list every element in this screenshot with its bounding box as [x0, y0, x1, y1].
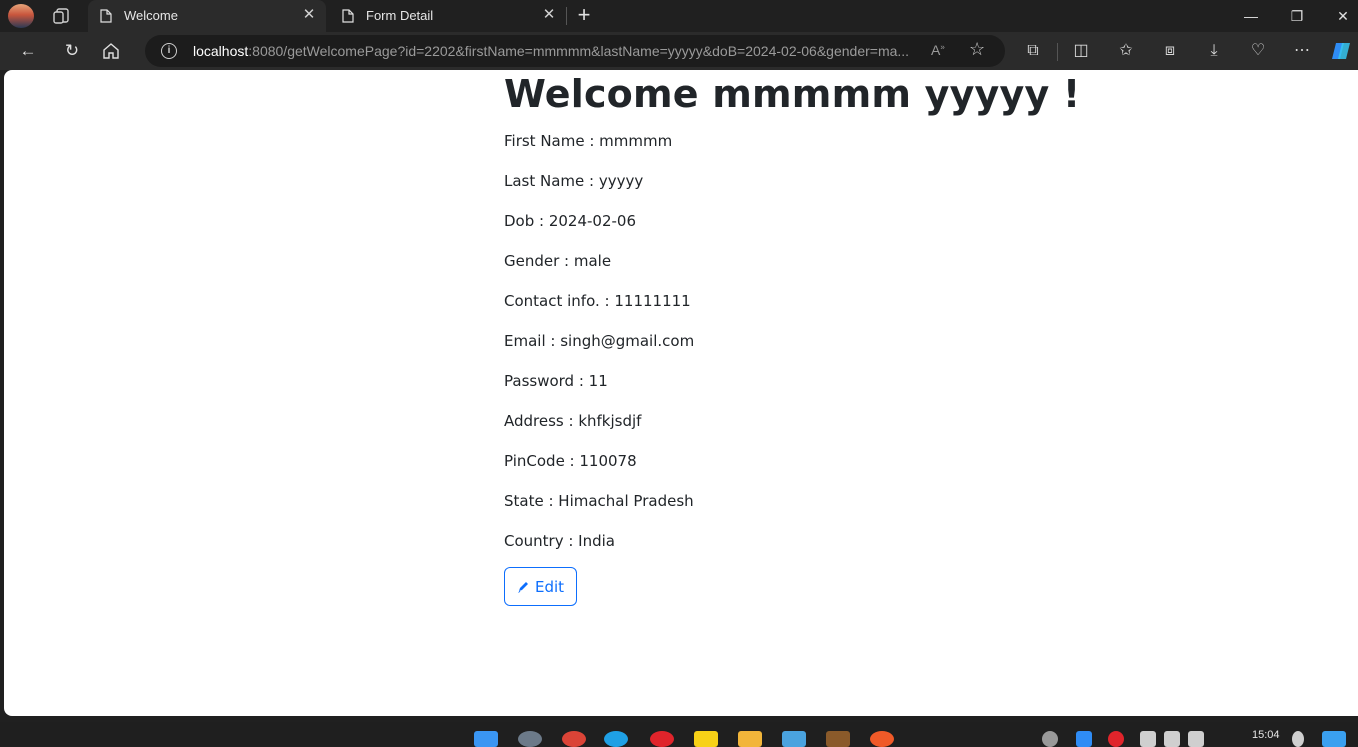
maximize-button[interactable]: ❐ — [1274, 0, 1320, 32]
volume-icon[interactable] — [1164, 731, 1180, 747]
address-bar[interactable]: i localhost:8080/getWelcomePage?id=2202&… — [145, 35, 1005, 67]
field-pincode: PinCode : 110078 — [504, 452, 637, 470]
field-email: Email : singh@gmail.com — [504, 332, 695, 350]
read-aloud-icon[interactable]: A» — [931, 42, 945, 58]
favorite-star-icon[interactable]: ☆ — [969, 39, 985, 60]
new-tab-icon[interactable]: + — [573, 4, 595, 27]
page-viewport: Welcome mmmmm yyyyy ! First Name : mmmmm… — [4, 70, 1358, 716]
sticky-notes-icon[interactable] — [694, 731, 718, 747]
battery-icon[interactable] — [1188, 731, 1204, 747]
pencil-icon — [517, 581, 528, 593]
site-info-icon[interactable]: i — [161, 43, 177, 59]
browser-essentials-icon[interactable]: ♡ — [1244, 37, 1272, 65]
edge-icon[interactable] — [604, 731, 628, 747]
page-icon — [100, 9, 112, 23]
copilot-icon[interactable] — [1330, 41, 1354, 61]
field-country: Country : India — [504, 532, 615, 550]
tab-title: Form Detail — [366, 8, 434, 23]
notepad-icon[interactable] — [782, 731, 806, 747]
extensions-icon[interactable]: ⧉ — [1019, 37, 1047, 65]
split-screen-icon[interactable]: ◫ — [1067, 37, 1095, 65]
field-last-name: Last Name : yyyyy — [504, 172, 644, 190]
settings-icon[interactable] — [518, 731, 542, 747]
wifi-icon[interactable] — [1140, 731, 1156, 747]
cloud-icon[interactable] — [1042, 731, 1058, 747]
start-icon[interactable] — [474, 731, 498, 747]
workspaces-icon[interactable] — [52, 6, 72, 26]
opera-tray-icon[interactable] — [1108, 731, 1124, 747]
edit-button[interactable]: Edit — [504, 567, 577, 606]
edit-button-label: Edit — [534, 577, 565, 596]
home-icon[interactable] — [102, 42, 120, 60]
browser-tab-bar: Welcome ✕ Form Detail ✕ + — ❐ ✕ — [0, 0, 1358, 32]
chrome-icon[interactable] — [562, 731, 586, 747]
field-state: State : Himachal Pradesh — [504, 492, 694, 510]
copilot-taskbar-icon[interactable] — [1322, 731, 1346, 747]
toolbar-divider — [1057, 43, 1058, 61]
notification-bell-icon[interactable] — [1292, 731, 1304, 747]
windows-taskbar: 15:04 — [0, 722, 1358, 747]
field-gender: Gender : male — [504, 252, 612, 270]
postman-icon[interactable] — [870, 731, 894, 747]
field-address: Address : khfkjsdjf — [504, 412, 642, 430]
close-tab-icon[interactable]: ✕ — [302, 7, 316, 22]
close-window-button[interactable]: ✕ — [1320, 0, 1358, 32]
tab-welcome[interactable]: Welcome ✕ — [88, 0, 326, 32]
page-icon — [342, 9, 354, 23]
clock-time[interactable]: 15:04 — [1252, 729, 1280, 741]
browser-toolbar: ← ↻ i localhost:8080/getWelcomePage?id=2… — [0, 32, 1358, 70]
field-dob: Dob : 2024-02-06 — [504, 212, 637, 230]
profile-avatar[interactable] — [8, 4, 34, 28]
tab-title: Welcome — [124, 8, 178, 23]
favorites-icon[interactable]: ✩ — [1112, 37, 1140, 65]
field-contact-info: Contact info. : 11111111 — [504, 292, 691, 310]
field-first-name: First Name : mmmmm — [504, 132, 673, 150]
game-icon[interactable] — [826, 731, 850, 747]
back-arrow-icon[interactable]: ← — [14, 37, 42, 65]
downloads-icon[interactable]: ⤓ — [1200, 37, 1228, 65]
more-options-icon[interactable]: ⋯ — [1288, 37, 1316, 65]
minimize-button[interactable]: — — [1228, 0, 1274, 32]
defender-icon[interactable] — [1076, 731, 1092, 747]
tab-form-detail[interactable]: Form Detail ✕ — [330, 0, 566, 32]
refresh-icon[interactable]: ↻ — [58, 37, 86, 65]
url-text[interactable]: localhost:8080/getWelcomePage?id=2202&fi… — [193, 43, 923, 59]
opera-icon[interactable] — [650, 731, 674, 747]
field-password: Password : 11 — [504, 372, 608, 390]
page-title: Welcome mmmmm yyyyy ! — [504, 72, 1081, 116]
file-explorer-icon[interactable] — [738, 731, 762, 747]
tab-divider — [566, 7, 567, 25]
collections-icon[interactable]: ⧈ — [1156, 37, 1184, 65]
close-tab-icon[interactable]: ✕ — [542, 7, 556, 22]
